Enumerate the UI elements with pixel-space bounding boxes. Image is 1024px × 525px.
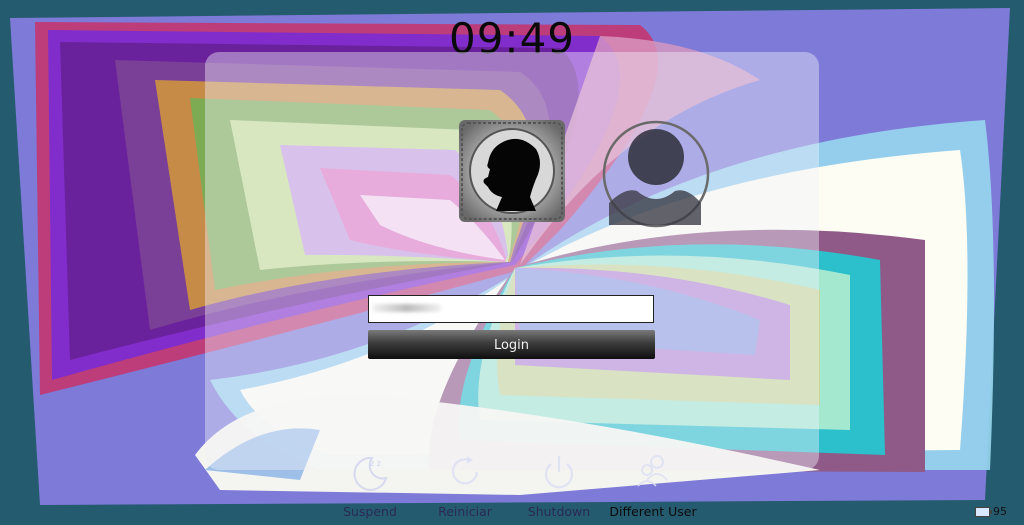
suspend-action[interactable]: z z Suspend: [320, 450, 420, 519]
system-tray: 95: [975, 505, 1007, 521]
suspend-label: Suspend: [343, 504, 397, 519]
user-avatar-selected[interactable]: [458, 119, 566, 223]
user-avatar-other[interactable]: [601, 119, 711, 229]
restart-icon: [451, 456, 479, 485]
password-mask: [372, 304, 442, 312]
login-button[interactable]: Login: [368, 330, 655, 359]
reiniciar-label: Reiniciar: [438, 504, 492, 519]
svg-text:z z: z z: [370, 459, 381, 468]
different-user-label: Different User: [609, 504, 697, 519]
user-generic-icon: [602, 120, 710, 228]
power-icon: [544, 456, 574, 489]
shutdown-label: Shutdown: [527, 504, 591, 519]
battery-icon: [975, 507, 992, 517]
shutdown-action[interactable]: Shutdown: [509, 450, 609, 519]
users-icon: [637, 455, 668, 487]
login-panel: [205, 52, 819, 470]
moon-sleep-icon: z z: [353, 456, 388, 491]
different-user-action[interactable]: Different User: [603, 450, 703, 519]
battery-percent: 95: [993, 505, 1007, 518]
head-silhouette-icon: [459, 120, 565, 222]
reiniciar-action[interactable]: Reiniciar: [415, 450, 515, 519]
